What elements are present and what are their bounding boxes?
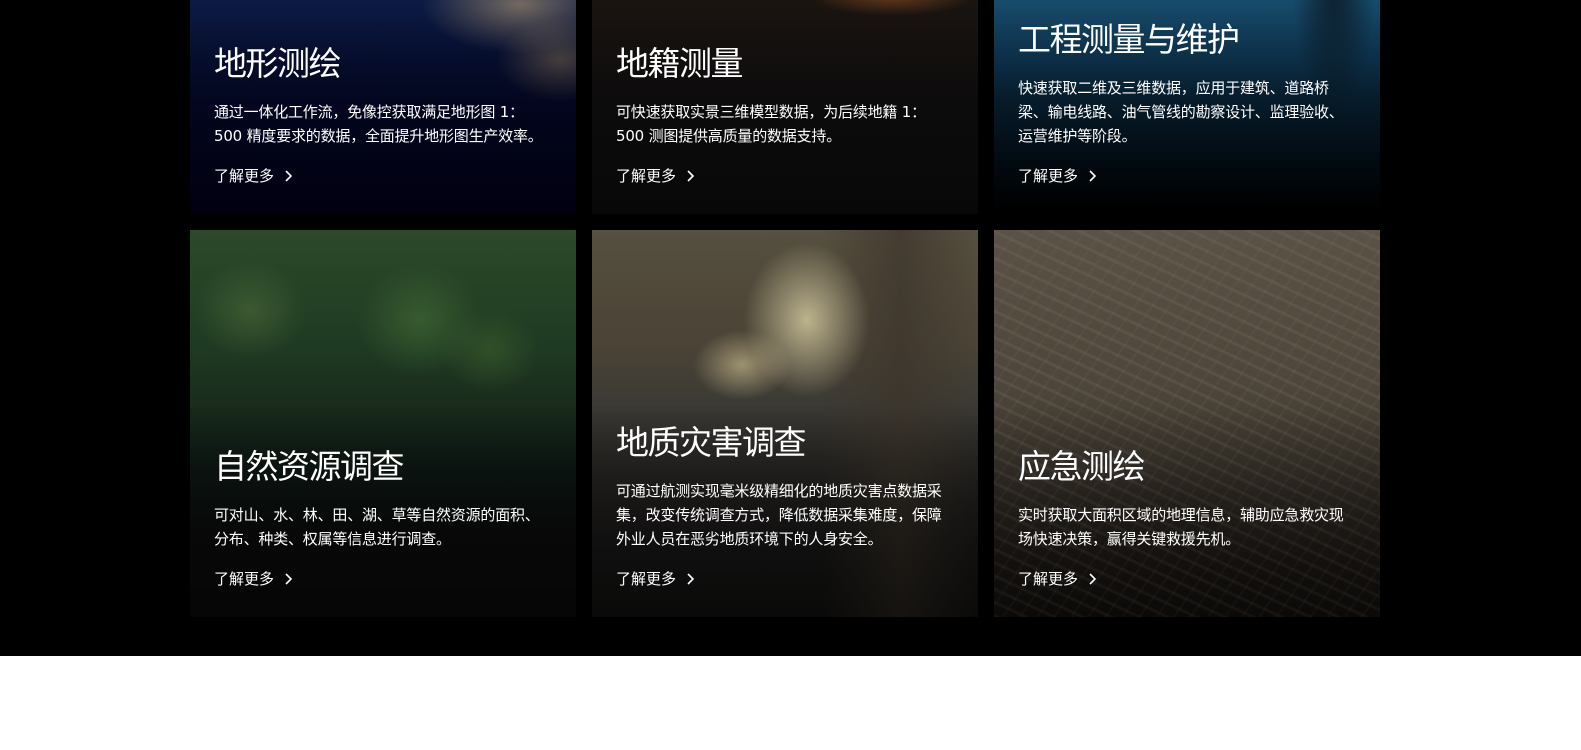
learn-more-label: 了解更多 (616, 167, 677, 185)
card-emergency-mapping[interactable]: 应急测绘 实时获取大面积区域的地理信息，辅助应急救灾现场快速决策，赢得关键救援先… (994, 230, 1380, 617)
learn-more-label: 了解更多 (616, 570, 677, 588)
learn-more-link[interactable]: 了解更多 (214, 166, 293, 186)
learn-more-link[interactable]: 了解更多 (214, 569, 293, 589)
card-engineering-survey[interactable]: 工程测量与维护 快速获取二维及三维数据，应用于建筑、道路桥梁、输电线路、油气管线… (994, 0, 1380, 214)
card-description: 可通过航测实现毫米级精细化的地质灾害点数据采集，改变传统调查方式，降低数据采集难… (616, 482, 942, 548)
learn-more-link[interactable]: 了解更多 (1018, 166, 1097, 186)
card-content: 自然资源调查 可对山、水、林、田、湖、草等自然资源的面积、分布、种类、权属等信息… (214, 447, 548, 589)
card-cadastral-survey[interactable]: 地籍测量 可快速获取实景三维模型数据，为后续地籍 1：500 测图提供高质量的数… (592, 0, 978, 214)
chevron-right-icon (285, 573, 293, 585)
card-title: 地形测绘 (214, 44, 342, 83)
learn-more-link[interactable]: 了解更多 (1018, 569, 1097, 589)
chevron-right-icon (1089, 573, 1097, 585)
card-content: 地质灾害调查 可通过航测实现毫米级精细化的地质灾害点数据采集，改变传统调查方式，… (616, 423, 950, 589)
card-title: 地质灾害调查 (616, 423, 807, 462)
learn-more-label: 了解更多 (214, 167, 275, 185)
learn-more-label: 了解更多 (1018, 570, 1079, 588)
card-title: 工程测量与维护 (1018, 20, 1240, 59)
card-content: 工程测量与维护 快速获取二维及三维数据，应用于建筑、道路桥梁、输电线路、油气管线… (1018, 20, 1352, 186)
card-description: 通过一体化工作流，免像控获取满足地形图 1：500 精度要求的数据，全面提升地形… (214, 103, 543, 145)
card-content: 地籍测量 可快速获取实景三维模型数据，为后续地籍 1：500 测图提供高质量的数… (616, 44, 950, 186)
chevron-right-icon (1089, 170, 1097, 182)
card-topographic-mapping[interactable]: 地形测绘 通过一体化工作流，免像控获取满足地形图 1：500 精度要求的数据，全… (190, 0, 576, 214)
solutions-grid: 地形测绘 通过一体化工作流，免像控获取满足地形图 1：500 精度要求的数据，全… (190, 0, 1380, 617)
learn-more-link[interactable]: 了解更多 (616, 166, 695, 186)
card-title: 自然资源调查 (214, 447, 405, 486)
card-geohazard-survey[interactable]: 地质灾害调查 可通过航测实现毫米级精细化的地质灾害点数据采集，改变传统调查方式，… (592, 230, 978, 617)
card-title: 地籍测量 (616, 44, 744, 83)
learn-more-label: 了解更多 (1018, 167, 1079, 185)
chevron-right-icon (285, 170, 293, 182)
card-natural-resources[interactable]: 自然资源调查 可对山、水、林、田、湖、草等自然资源的面积、分布、种类、权属等信息… (190, 230, 576, 617)
learn-more-label: 了解更多 (214, 570, 275, 588)
card-description: 可对山、水、林、田、湖、草等自然资源的面积、分布、种类、权属等信息进行调查。 (214, 506, 540, 548)
learn-more-link[interactable]: 了解更多 (616, 569, 695, 589)
card-description: 实时获取大面积区域的地理信息，辅助应急救灾现场快速决策，赢得关键救援先机。 (1018, 506, 1344, 548)
card-content: 地形测绘 通过一体化工作流，免像控获取满足地形图 1：500 精度要求的数据，全… (214, 44, 548, 186)
card-content: 应急测绘 实时获取大面积区域的地理信息，辅助应急救灾现场快速决策，赢得关键救援先… (1018, 447, 1352, 589)
card-description: 可快速获取实景三维模型数据，为后续地籍 1：500 测图提供高质量的数据支持。 (616, 103, 926, 145)
card-description: 快速获取二维及三维数据，应用于建筑、道路桥梁、输电线路、油气管线的勘察设计、监理… (1018, 79, 1344, 145)
card-title: 应急测绘 (1018, 447, 1146, 486)
chevron-right-icon (687, 573, 695, 585)
chevron-right-icon (687, 170, 695, 182)
